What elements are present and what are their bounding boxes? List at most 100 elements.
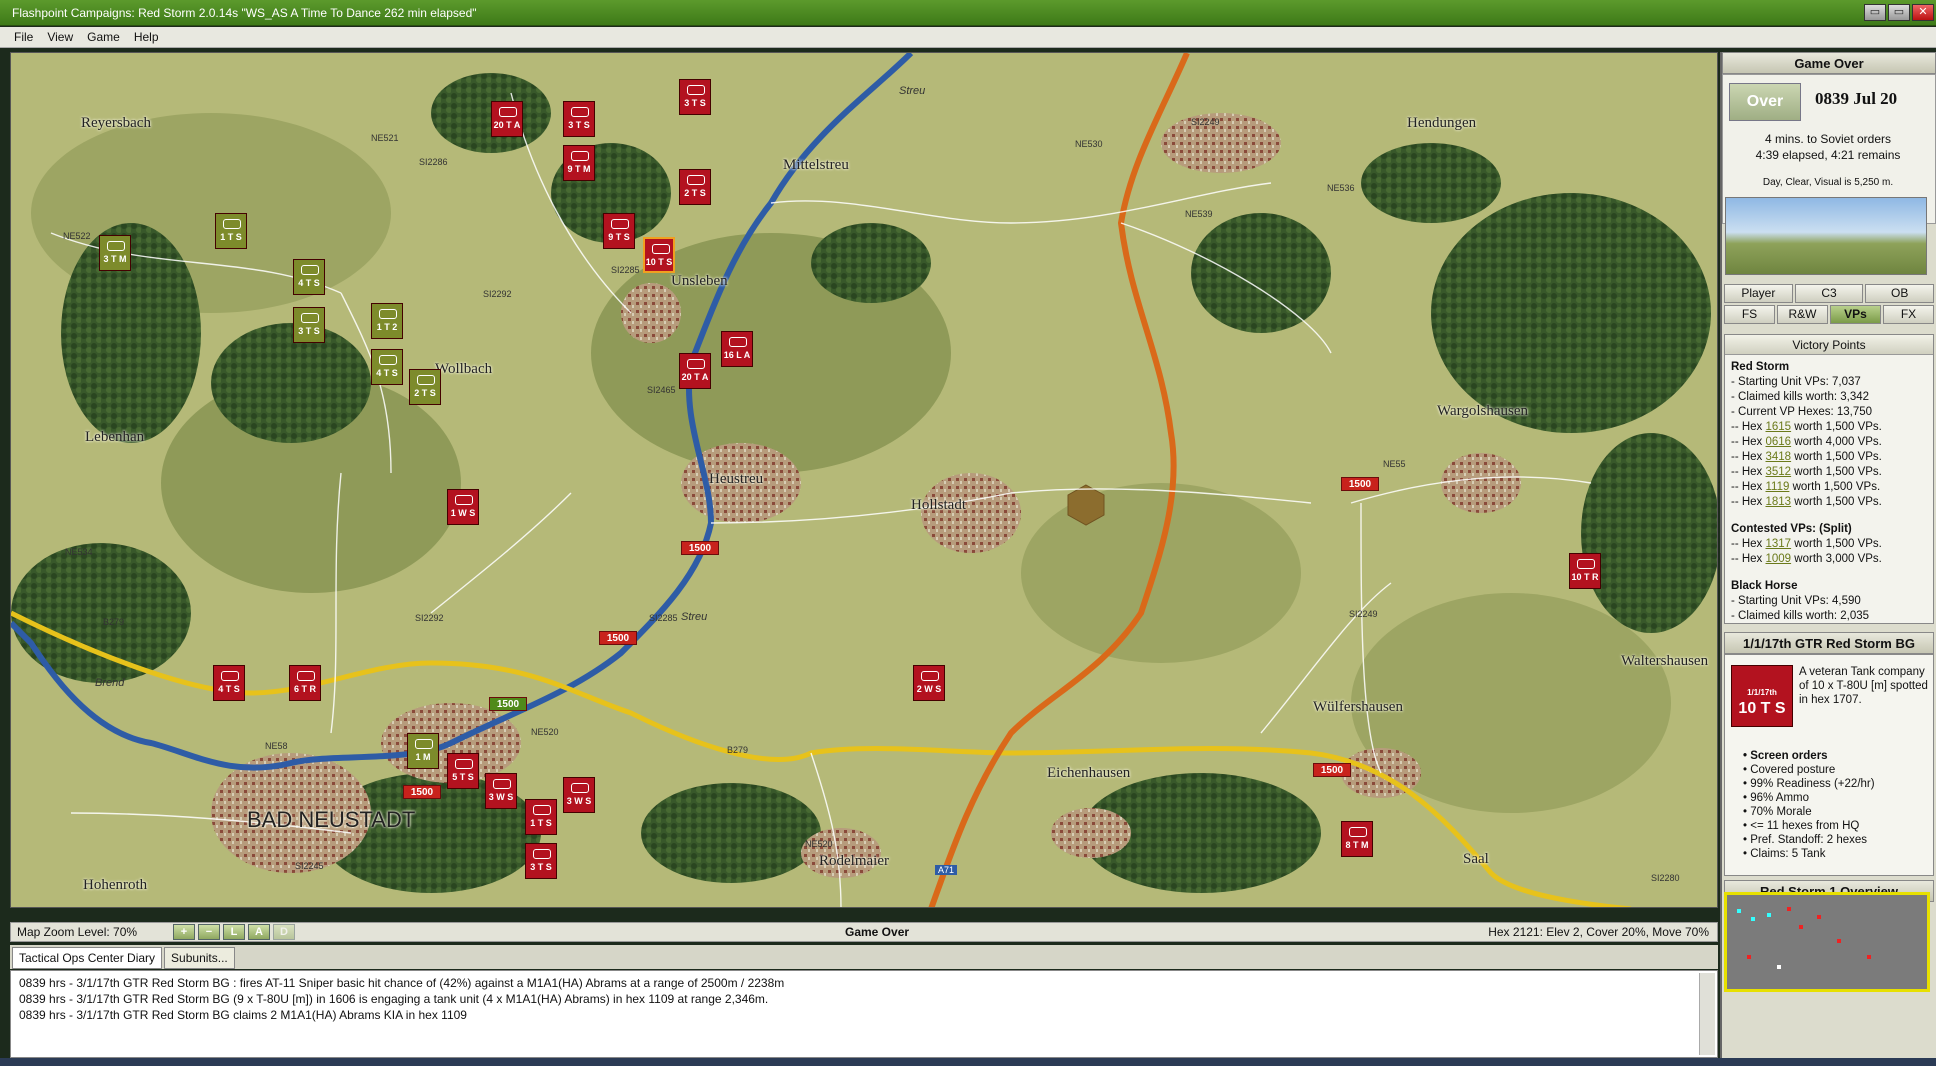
log-scrollbar[interactable] [1699, 973, 1715, 1055]
unit-counter[interactable]: 9 T S [603, 213, 635, 249]
unit-counter[interactable]: 1 T S [525, 799, 557, 835]
tactical-map[interactable]: Reyersbach Mittelstreu Hendungen Unslebe… [10, 52, 1718, 908]
unit-counter[interactable]: 20 T A [491, 101, 523, 137]
unit-counter[interactable]: 10 T S [643, 237, 675, 273]
unit-counter[interactable]: 1 W S [447, 489, 479, 525]
road-label: B279 [103, 617, 125, 627]
hex-link[interactable]: 1009 [1766, 553, 1792, 565]
unit-counter[interactable]: 5 T S [447, 753, 479, 789]
minimap-marker [1799, 925, 1803, 929]
zoom-a-button[interactable]: A [248, 924, 270, 940]
town-label: Unsleben [671, 273, 728, 289]
tab-ob[interactable]: OB [1865, 284, 1935, 303]
vp-marker[interactable]: 1500 [1313, 763, 1351, 777]
unit-counter[interactable]: 3 W S [485, 773, 517, 809]
tab-fs[interactable]: FS [1724, 305, 1775, 324]
vp-hex-line: -- Hex 1615 worth 1,500 VPs. [1731, 421, 1882, 433]
unit-counter[interactable]: 2 W S [913, 665, 945, 701]
tab-vps[interactable]: VPs [1830, 305, 1881, 324]
unit-label: 1 T 2 [376, 322, 398, 332]
unit-counter[interactable]: 9 T M [563, 145, 595, 181]
unit-label: 20 T A [493, 120, 521, 130]
unit-counter[interactable]: 3 T M [99, 235, 131, 271]
unit-label: 1 T S [530, 818, 552, 828]
unit-counter[interactable]: 4 T S [371, 349, 403, 385]
town-label: Rodelmaier [819, 853, 889, 869]
map-terrain [11, 53, 1717, 907]
tab-rw[interactable]: R&W [1777, 305, 1828, 324]
town-label: Wollbach [435, 361, 493, 377]
minimap-marker [1787, 907, 1791, 911]
unit-counter[interactable]: 3 W S [563, 777, 595, 813]
unit-counter[interactable]: 2 T S [679, 169, 711, 205]
hex-link[interactable]: 1317 [1766, 538, 1792, 550]
tab-tactical-ops-diary[interactable]: Tactical Ops Center Diary [12, 947, 163, 969]
vp-hex-line: -- Hex 3512 worth 1,500 VPs. [1731, 466, 1882, 478]
tab-fx[interactable]: FX [1883, 305, 1934, 324]
unit-counter[interactable]: 8 T M [1341, 821, 1373, 857]
zoom-out-button[interactable]: − [198, 924, 220, 940]
window-titlebar: Flashpoint Campaigns: Red Storm 2.0.14s … [0, 0, 1936, 26]
river-label: Brend [95, 677, 125, 689]
vp-line: - Claimed kills worth: 2,035 [1731, 610, 1870, 622]
vp-hex-line: -- Hex 0616 worth 4,000 VPs. [1731, 436, 1882, 448]
vp-marker[interactable]: 1500 [489, 697, 527, 711]
hex-link[interactable]: 1119 [1766, 481, 1790, 493]
zoom-in-button[interactable]: + [173, 924, 195, 940]
vp-marker[interactable]: 1500 [681, 541, 719, 555]
event-log[interactable]: 0839 hrs - 3/1/17th GTR Red Storm BG : f… [10, 970, 1718, 1058]
unit-counter[interactable]: 3 T S [563, 101, 595, 137]
minimap-marker [1737, 909, 1741, 913]
unit-counter[interactable]: 3 T S [525, 843, 557, 879]
tab-subunits[interactable]: Subunits... [164, 947, 235, 969]
unit-label: 4 T S [218, 684, 240, 694]
maximize-button[interactable]: ▭ [1888, 4, 1910, 21]
minimap-marker [1747, 955, 1751, 959]
unit-status-item: Screen orders [1735, 749, 1935, 763]
menu-view[interactable]: View [47, 27, 73, 47]
unit-counter[interactable]: 2 T S [409, 369, 441, 405]
zoom-d-button[interactable]: D [273, 924, 295, 940]
road-label: SI2292 [415, 613, 444, 623]
minimap[interactable] [1724, 892, 1930, 992]
unit-counter[interactable]: 6 T R [289, 665, 321, 701]
tab-player[interactable]: Player [1724, 284, 1793, 303]
menu-help[interactable]: Help [134, 27, 159, 47]
unit-label: 8 T M [1345, 840, 1369, 850]
unit-counter[interactable]: 3 T S [293, 307, 325, 343]
road-label: NE520 [531, 727, 559, 737]
unit-counter[interactable]: 20 T A [679, 353, 711, 389]
menu-game[interactable]: Game [87, 27, 120, 47]
river-label: Streu [681, 611, 708, 623]
vp-marker[interactable]: 1500 [1341, 477, 1379, 491]
hex-link[interactable]: 3512 [1766, 466, 1792, 478]
close-button[interactable]: ✕ [1912, 4, 1934, 21]
road-label: NE520 [805, 839, 833, 849]
town-label: Reyersbach [81, 115, 151, 131]
zoom-l-button[interactable]: L [223, 924, 245, 940]
unit-counter[interactable]: 1 T S [215, 213, 247, 249]
unit-counter[interactable]: 16 L A [721, 331, 753, 367]
unit-counter[interactable]: 3 T S [679, 79, 711, 115]
selected-unit-counter[interactable]: 1/1/17th 10 T S [1731, 665, 1793, 727]
minimize-button[interactable]: ▭ [1864, 4, 1886, 21]
over-button[interactable]: Over [1729, 83, 1801, 121]
hex-link[interactable]: 1615 [1766, 421, 1792, 433]
hex-link[interactable]: 1813 [1766, 496, 1792, 508]
road-label: NE522 [63, 231, 91, 241]
menu-file[interactable]: File [14, 27, 33, 47]
unit-counter[interactable]: 4 T S [213, 665, 245, 701]
tab-c3[interactable]: C3 [1794, 284, 1864, 303]
road-label: B279 [727, 745, 749, 755]
vp-marker[interactable]: 1500 [599, 631, 637, 645]
hex-link[interactable]: 0616 [1766, 436, 1792, 448]
hex-link[interactable]: 3418 [1766, 451, 1792, 463]
vp-hex-line: -- Hex 3418 worth 1,500 VPs. [1731, 451, 1882, 463]
vp-marker[interactable]: 1500 [403, 785, 441, 799]
unit-status-item: 70% Morale [1735, 805, 1935, 819]
unit-counter[interactable]: 4 T S [293, 259, 325, 295]
unit-counter[interactable]: 10 T R [1569, 553, 1601, 589]
unit-counter[interactable]: 1 T 2 [371, 303, 403, 339]
unit-label: 2 W S [916, 684, 942, 694]
unit-counter[interactable]: 1 M [407, 733, 439, 769]
